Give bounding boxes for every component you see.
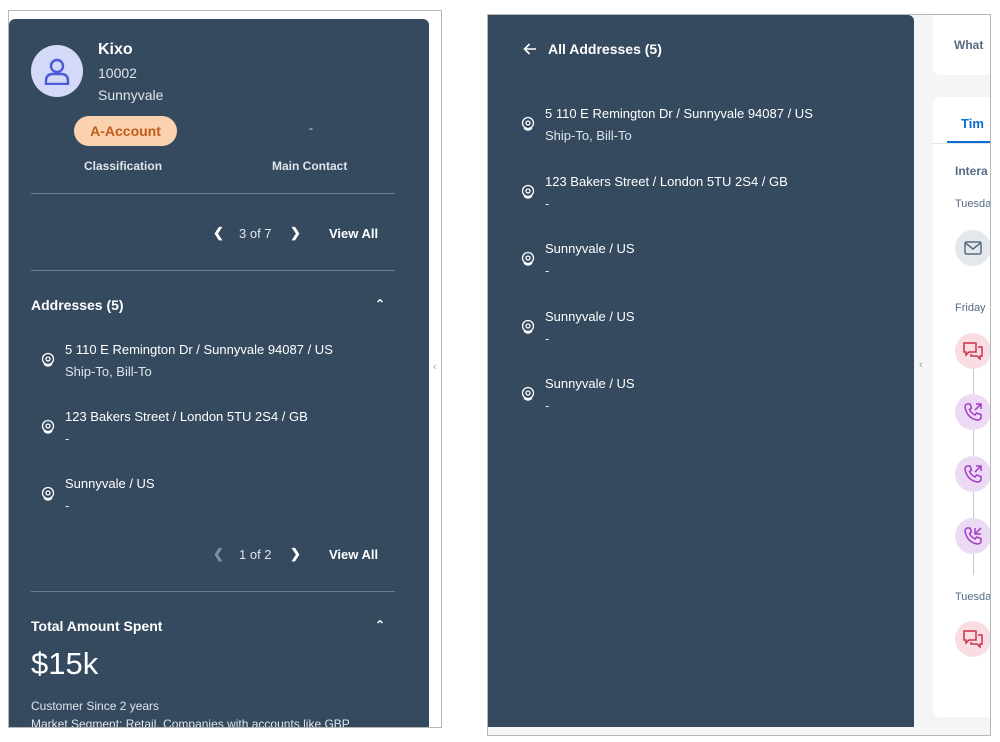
timeline-card: Tim Intera Tuesda Friday Tuesda [933, 97, 990, 717]
all-addresses-panel: All Addresses (5) 5 110 E Remington Dr /… [488, 15, 914, 727]
address-line: 5 110 E Remington Dr / Sunnyvale 94087 /… [65, 342, 333, 357]
address-line: 5 110 E Remington Dr / Sunnyvale 94087 /… [545, 106, 813, 121]
date-label: Friday [955, 302, 986, 314]
account-id: 10002 [98, 65, 137, 81]
person-icon [44, 58, 70, 85]
address-line: Sunnyvale / US [545, 309, 635, 324]
panel-title: All Addresses (5) [548, 41, 662, 57]
address-item[interactable]: 123 Bakers Street / London 5TU 2S4 / GB … [520, 174, 850, 214]
divider [933, 143, 990, 144]
chat-icon [963, 342, 983, 360]
address-type: - [545, 331, 550, 346]
date-label: Tuesda [955, 198, 991, 210]
chevron-right-icon[interactable]: ❯ [290, 546, 301, 562]
classification-label: Classification [84, 159, 163, 173]
customer-since: Customer Since 2 years [31, 699, 160, 713]
account-city: Sunnyvale [98, 87, 164, 103]
contacts-pager: 3 of 7 [239, 226, 272, 241]
mail-activity[interactable] [955, 230, 990, 266]
address-type: - [65, 431, 70, 446]
date-label: Tuesda [955, 591, 991, 603]
avatar [31, 45, 83, 97]
phone-icon [964, 403, 982, 421]
location-pin-icon [521, 184, 535, 199]
chevron-up-icon[interactable]: ⌃ [375, 618, 385, 632]
location-pin-icon [41, 352, 55, 367]
chat-activity[interactable] [955, 621, 990, 657]
view-all-link[interactable]: View All [329, 226, 378, 241]
location-pin-icon [521, 319, 535, 334]
address-item[interactable]: Sunnyvale / US - [520, 241, 850, 281]
chevron-left-icon[interactable]: ❮ [213, 546, 224, 562]
address-line: 123 Bakers Street / London 5TU 2S4 / GB [65, 409, 308, 424]
mail-icon [964, 241, 982, 255]
search-card: What [933, 15, 990, 75]
addresses-pager: 1 of 2 [239, 547, 272, 562]
market-segment-text: Market Segment: Retail, Companies with a… [31, 717, 350, 727]
left-screenshot: Kixo 10002 Sunnyvale A-Account - Classif… [8, 10, 442, 728]
chevron-left-icon[interactable]: ❮ [213, 225, 224, 241]
main-contact-label: Main Contact [272, 159, 348, 173]
search-placeholder[interactable]: What [954, 38, 983, 52]
address-type: - [545, 398, 550, 413]
resize-handle-icon[interactable]: ‹ [433, 361, 437, 373]
addresses-title: Addresses (5) [31, 297, 124, 313]
address-item[interactable]: 123 Bakers Street / London 5TU 2S4 / GB … [40, 409, 370, 449]
location-pin-icon [521, 116, 535, 131]
resize-handle-icon[interactable]: ‹ [919, 359, 923, 371]
address-item[interactable]: Sunnyvale / US - [520, 376, 850, 416]
tab-timeline[interactable]: Tim [961, 116, 984, 131]
address-item[interactable]: Sunnyvale / US - [520, 309, 850, 349]
call-activity[interactable] [955, 518, 990, 554]
account-side-panel: Kixo 10002 Sunnyvale A-Account - Classif… [9, 19, 429, 727]
main-contact-value: - [309, 121, 313, 135]
divider [31, 270, 395, 271]
chat-activity[interactable] [955, 333, 990, 369]
total-spent-title: Total Amount Spent [31, 618, 163, 634]
location-pin-icon [521, 251, 535, 266]
address-item[interactable]: Sunnyvale / US - [40, 476, 370, 516]
interactions-label: Intera [955, 164, 988, 178]
address-line: Sunnyvale / US [545, 376, 635, 391]
total-amount: $15k [31, 646, 99, 681]
address-line: Sunnyvale / US [65, 476, 155, 491]
chevron-up-icon[interactable]: ⌃ [375, 297, 385, 311]
account-name: Kixo [98, 41, 133, 58]
right-screenshot: All Addresses (5) 5 110 E Remington Dr /… [487, 14, 991, 736]
view-all-addresses-link[interactable]: View All [329, 547, 378, 562]
location-pin-icon [521, 386, 535, 401]
address-type: - [65, 498, 70, 513]
address-line: Sunnyvale / US [545, 241, 635, 256]
address-item[interactable]: 5 110 E Remington Dr / Sunnyvale 94087 /… [520, 106, 850, 146]
address-item[interactable]: 5 110 E Remington Dr / Sunnyvale 94087 /… [40, 342, 370, 382]
location-pin-icon [41, 419, 55, 434]
address-type: Ship-To, Bill-To [65, 364, 152, 379]
address-line: 123 Bakers Street / London 5TU 2S4 / GB [545, 174, 788, 189]
divider [31, 591, 395, 592]
call-activity[interactable] [955, 456, 990, 492]
chat-icon [963, 630, 983, 648]
address-type: - [545, 263, 550, 278]
classification-badge: A-Account [74, 116, 177, 146]
phone-icon [964, 527, 982, 545]
location-pin-icon [41, 486, 55, 501]
address-type: Ship-To, Bill-To [545, 128, 632, 143]
address-type: - [545, 196, 550, 211]
chevron-right-icon[interactable]: ❯ [290, 225, 301, 241]
back-arrow-icon[interactable] [522, 41, 538, 57]
divider [31, 193, 395, 194]
phone-icon [964, 465, 982, 483]
call-activity[interactable] [955, 394, 990, 430]
